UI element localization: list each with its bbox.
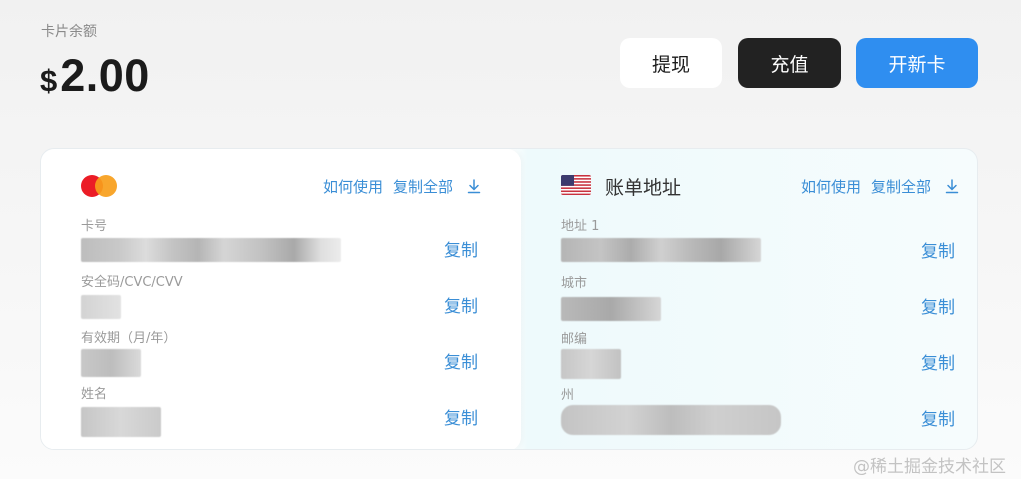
- copy-all-link[interactable]: 复制全部: [871, 176, 931, 197]
- how-to-use-link[interactable]: 如何使用: [801, 176, 861, 197]
- name-value: [81, 407, 161, 437]
- billing-address-pane: 账单地址 如何使用 复制全部 地址 1 复制 城市 复制 邮编 复制 州 复制: [521, 149, 977, 449]
- cvv-label: 安全码/CVC/CVV: [81, 275, 183, 290]
- billing-title: 账单地址: [605, 177, 682, 199]
- download-icon[interactable]: [945, 179, 959, 194]
- expiry-value: [81, 349, 141, 377]
- new-card-button[interactable]: 开新卡: [856, 38, 978, 88]
- card-info-pane: 如何使用 复制全部 卡号 复制 安全码/CVC/CVV 复制 有效期（月/年） …: [41, 149, 521, 449]
- cvv-value: [81, 295, 121, 319]
- withdraw-button[interactable]: 提现: [620, 38, 722, 88]
- watermark: @稀土掘金技术社区: [853, 457, 1006, 477]
- name-label: 姓名: [81, 387, 108, 402]
- copy-all-link[interactable]: 复制全部: [393, 176, 453, 197]
- billing-header-links: 如何使用 复制全部: [801, 176, 959, 197]
- zip-label: 邮编: [561, 332, 588, 347]
- copy-city-button[interactable]: 复制: [921, 293, 955, 318]
- copy-zip-button[interactable]: 复制: [921, 349, 955, 374]
- copy-expiry-button[interactable]: 复制: [444, 348, 478, 373]
- card-details-panel: 如何使用 复制全部 卡号 复制 安全码/CVC/CVV 复制 有效期（月/年） …: [40, 148, 978, 450]
- city-value: [561, 297, 661, 321]
- balance-value: 2.00: [60, 50, 150, 101]
- card-header-links: 如何使用 复制全部: [323, 176, 481, 197]
- balance-amount: $ 2.00: [40, 50, 150, 102]
- download-icon[interactable]: [467, 179, 481, 194]
- us-flag-icon: [561, 175, 591, 195]
- how-to-use-link[interactable]: 如何使用: [323, 176, 383, 197]
- copy-state-button[interactable]: 复制: [921, 405, 955, 430]
- expiry-label: 有效期（月/年）: [81, 331, 177, 346]
- card-number-label: 卡号: [81, 219, 108, 234]
- address-line1-label: 地址 1: [561, 219, 600, 234]
- mastercard-icon: [81, 175, 117, 197]
- card-number-value: [81, 238, 341, 262]
- address-line1-value: [561, 238, 761, 262]
- state-value: [561, 405, 781, 435]
- copy-address-button[interactable]: 复制: [921, 237, 955, 262]
- city-label: 城市: [561, 276, 588, 291]
- copy-cvv-button[interactable]: 复制: [444, 292, 478, 317]
- zip-value: [561, 349, 621, 379]
- balance-currency: $: [40, 63, 58, 98]
- balance-label: 卡片余额: [41, 24, 97, 40]
- recharge-button[interactable]: 充值: [738, 38, 841, 88]
- copy-name-button[interactable]: 复制: [444, 404, 478, 429]
- copy-card-number-button[interactable]: 复制: [444, 236, 478, 261]
- state-label: 州: [561, 388, 575, 403]
